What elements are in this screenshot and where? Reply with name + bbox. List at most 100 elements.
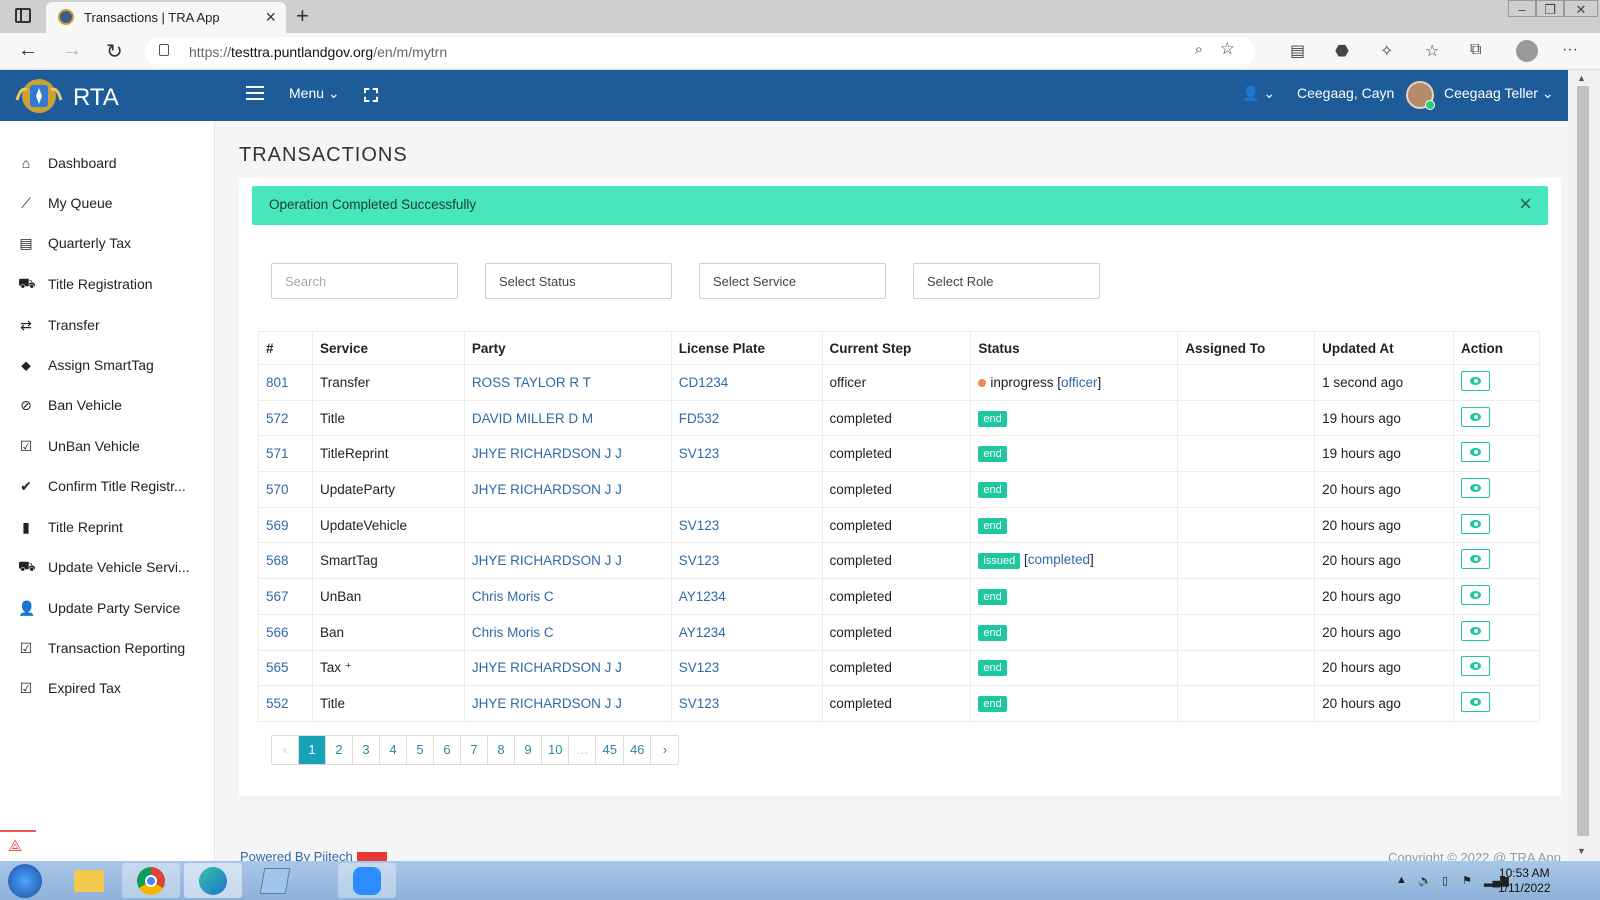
menu-dropdown[interactable]: Menu ⌄ [289, 85, 340, 102]
view-eye-icon[interactable] [1460, 692, 1490, 713]
page-scrollbar[interactable]: ▲ ▼ [1568, 70, 1600, 861]
action-center-icon[interactable]: ⚑ [1462, 874, 1472, 887]
tray-expand-icon[interactable]: ▲ [1396, 874, 1407, 886]
tab-actions-icon[interactable] [15, 8, 31, 23]
sidebar-item-transfer[interactable]: ⇄ Transfer [0, 305, 215, 345]
license-plate-link[interactable]: SV123 [679, 696, 720, 711]
extensions-icon[interactable]: ✧ [1380, 41, 1393, 61]
shield-extension-icon[interactable]: ⬣ [1335, 41, 1349, 61]
pagination-page[interactable]: 46 [624, 736, 652, 764]
back-icon[interactable]: ← [18, 39, 38, 62]
refresh-icon[interactable]: ↻ [106, 39, 123, 64]
sidebar-item-title-reprint[interactable]: ▮ Title Reprint [0, 507, 215, 547]
start-button[interactable] [8, 864, 42, 898]
volume-icon[interactable]: 🔊 [1418, 874, 1432, 887]
collections-icon[interactable]: ⧉ [1470, 41, 1481, 59]
pagination-ellipsis[interactable]: ... [569, 736, 597, 764]
view-eye-icon[interactable] [1460, 370, 1490, 391]
pagination-page[interactable]: 45 [596, 736, 624, 764]
service-select[interactable]: Select Service [699, 263, 886, 299]
status-select[interactable]: Select Status [485, 263, 672, 299]
party-link[interactable]: Chris Moris C [472, 625, 554, 640]
transaction-id-link[interactable]: 801 [266, 375, 289, 390]
url-field[interactable]: https://testtra.puntlandgov.org/en/m/myt… [145, 37, 1255, 66]
sidebar-item-assign-smarttag[interactable]: ⬥ Assign SmartTag [0, 345, 215, 385]
reading-icon[interactable]: ▤ [1290, 41, 1305, 61]
pagination-page[interactable]: 6 [434, 736, 461, 764]
file-explorer-icon[interactable] [60, 863, 118, 898]
party-link[interactable]: JHYE RICHARDSON J J [472, 482, 622, 497]
party-link[interactable]: JHYE RICHARDSON J J [472, 446, 622, 461]
sidebar-item-update-party-service[interactable]: 👤 Update Party Service [0, 588, 215, 628]
view-eye-icon[interactable] [1460, 620, 1490, 641]
view-eye-icon[interactable] [1460, 656, 1490, 677]
close-icon[interactable]: × [1519, 191, 1532, 217]
transaction-id-link[interactable]: 570 [266, 482, 289, 497]
avatar[interactable] [1406, 81, 1435, 110]
search-input[interactable]: Search [271, 263, 458, 299]
party-link[interactable]: JHYE RICHARDSON J J [472, 660, 622, 675]
tab-close-icon[interactable]: × [265, 7, 276, 28]
pagination-page[interactable]: 7 [461, 736, 488, 764]
sidebar-item-title-registration[interactable]: ⛟ Title Registration [0, 264, 215, 304]
scroll-up-icon[interactable]: ▲ [1577, 73, 1586, 83]
license-plate-link[interactable]: SV123 [679, 553, 720, 568]
battery-icon[interactable]: ▯ [1442, 874, 1448, 887]
view-eye-icon[interactable] [1460, 513, 1490, 534]
pagination-page[interactable]: 8 [488, 736, 515, 764]
pagination-prev[interactable]: ‹ [272, 736, 299, 764]
transaction-id-link[interactable]: 571 [266, 446, 289, 461]
status-ref-link[interactable]: officer [1061, 375, 1098, 390]
transaction-id-link[interactable]: 569 [266, 518, 289, 533]
zoom-icon[interactable]: ⌕ [1195, 41, 1203, 58]
scroll-thumb[interactable] [1577, 86, 1589, 836]
license-plate-link[interactable]: FD532 [679, 411, 720, 426]
view-eye-icon[interactable] [1460, 442, 1490, 463]
role-select[interactable]: Select Role [913, 263, 1100, 299]
sidebar-item-dashboard[interactable]: ⌂ Dashboard [0, 143, 215, 183]
transaction-id-link[interactable]: 565 [266, 660, 289, 675]
scroll-down-icon[interactable]: ▼ [1577, 846, 1586, 856]
sidebar-item-my-queue[interactable]: ⟋ My Queue [0, 183, 215, 223]
pagination-next[interactable]: › [651, 736, 678, 764]
fullscreen-icon[interactable] [364, 88, 378, 102]
system-clock[interactable]: 10:53 AM 1/11/2022 [1498, 866, 1551, 896]
debugbar-toggle[interactable]: ⟁ [0, 830, 36, 861]
pagination-page[interactable]: 3 [353, 736, 380, 764]
favorite-star-icon[interactable]: ☆ [1220, 39, 1235, 59]
party-link[interactable]: JHYE RICHARDSON J J [472, 696, 622, 711]
sidebar-item-unban-vehicle[interactable]: ☑ UnBan Vehicle [0, 426, 215, 466]
browser-tab[interactable]: Transactions | TRA App × [46, 2, 286, 33]
party-link[interactable]: ROSS TAYLOR R T [472, 375, 591, 390]
restore-icon[interactable]: ❐ [1536, 0, 1564, 17]
browser-profile-icon[interactable] [1516, 40, 1538, 62]
pagination-page[interactable]: 2 [326, 736, 353, 764]
user-menu-icon[interactable]: 👤 ⌄ [1242, 85, 1275, 102]
edge-icon[interactable] [184, 863, 242, 898]
zoom-app-icon[interactable] [338, 863, 396, 898]
notepad-icon[interactable] [246, 863, 304, 898]
hamburger-icon[interactable] [246, 86, 264, 100]
view-eye-icon[interactable] [1460, 477, 1490, 498]
window-close-icon[interactable]: ✕ [1564, 0, 1598, 17]
sidebar-item-update-vehicle-service[interactable]: ⛟ Update Vehicle Servi... [0, 547, 215, 587]
more-options-icon[interactable]: ··· [1562, 41, 1578, 59]
user-dropdown[interactable]: Ceegaag Teller ⌄ [1444, 85, 1554, 102]
party-link[interactable]: DAVID MILLER D M [472, 411, 593, 426]
transaction-id-link[interactable]: 567 [266, 589, 289, 604]
pagination-page[interactable]: 5 [407, 736, 434, 764]
license-plate-link[interactable]: AY1234 [679, 625, 726, 640]
minimize-icon[interactable]: – [1508, 0, 1536, 17]
pagination-page[interactable]: 4 [380, 736, 407, 764]
sidebar-item-quarterly-tax[interactable]: ▤ Quarterly Tax [0, 223, 215, 263]
pagination-page[interactable]: 10 [542, 736, 570, 764]
view-eye-icon[interactable] [1460, 406, 1490, 427]
license-plate-link[interactable]: SV123 [679, 518, 720, 533]
pagination-page[interactable]: 9 [515, 736, 542, 764]
view-eye-icon[interactable] [1460, 584, 1490, 605]
license-plate-link[interactable]: SV123 [679, 446, 720, 461]
transaction-id-link[interactable]: 552 [266, 696, 289, 711]
license-plate-link[interactable]: SV123 [679, 660, 720, 675]
pagination-page[interactable]: 1 [299, 736, 326, 764]
favorites-icon[interactable]: ☆ [1425, 41, 1439, 61]
